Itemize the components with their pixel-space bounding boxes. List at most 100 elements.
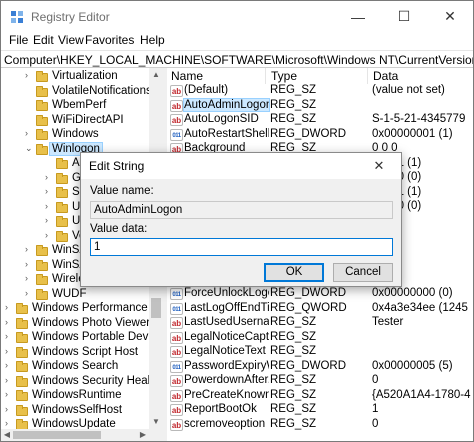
folder-icon	[36, 85, 48, 97]
tree-item[interactable]: › Windows Performance Too	[1, 302, 163, 317]
value-type-cell: REG_DWORD	[270, 287, 347, 299]
list-row[interactable]: abLastUsedUserna...REG_SZ Tester	[167, 316, 473, 331]
chevron-right-icon[interactable]: ›	[5, 375, 8, 385]
folder-icon	[56, 172, 68, 184]
tree-item[interactable]: › WindowsSelfHost	[1, 404, 149, 419]
list-row[interactable]: ab LegalNoticeText REG_SZ	[167, 345, 473, 360]
binary-value-icon: 011	[170, 288, 183, 300]
chevron-right-icon[interactable]: ›	[25, 259, 28, 269]
list-row[interactable]: ab AutoAdminLogon REG_SZ	[167, 97, 473, 114]
tree-item[interactable]: WiFiDirectAPI	[1, 114, 149, 129]
chevron-down-icon[interactable]: ⌄	[25, 143, 33, 154]
value-data-cell: 1	[372, 403, 379, 415]
chevron-right-icon[interactable]: ›	[5, 360, 8, 370]
close-icon: ✕	[444, 8, 456, 24]
tree-item-label: WbemPerf	[52, 99, 107, 111]
list-row[interactable]: abPreCreateKnown...REG_SZ {A520A1A4-1780-…	[167, 389, 473, 404]
list-row[interactable]: ab AutoLogonSID REG_SZ S-1-5-21-4345779	[167, 113, 473, 128]
tree-item[interactable]: › Windows	[1, 128, 149, 143]
chevron-right-icon[interactable]: ›	[45, 201, 48, 211]
tree-item[interactable]: › WindowsUpdate	[1, 418, 149, 429]
list-row[interactable]: 011ForceUnlockLogonREG_DWORD 0x00000000 (…	[167, 287, 473, 302]
menu-view[interactable]: View	[58, 33, 84, 47]
chevron-right-icon[interactable]: ›	[45, 215, 48, 225]
tree-item[interactable]: › Virtualization	[1, 70, 149, 85]
list-row[interactable]: ab PowerdownAfter... REG_SZ 0	[167, 374, 473, 389]
tree-item[interactable]: › WindowsRuntime	[1, 389, 149, 404]
list-row[interactable]: ab scremoveoption REG_SZ 0	[167, 418, 473, 433]
tree-item[interactable]: VolatileNotifications	[1, 85, 152, 100]
chevron-right-icon[interactable]: ›	[5, 389, 8, 399]
title-bar[interactable]: Registry Editor — ☐ ✕	[1, 1, 473, 32]
tree-horizontal-scrollbar[interactable]: ◀ ▶	[1, 429, 163, 441]
dialog-title-bar[interactable]: Edit String ✕	[81, 153, 401, 179]
value-data-cell: S-1-5-21-4345779	[372, 113, 466, 125]
chevron-right-icon[interactable]: ›	[25, 273, 28, 283]
tree-item-label: Virtualization	[52, 70, 118, 82]
value-type-cell: REG_SZ	[270, 417, 317, 430]
tree-item[interactable]: › Windows Photo Viewer	[1, 317, 150, 332]
chevron-right-icon[interactable]: ›	[25, 128, 28, 138]
chevron-right-icon[interactable]: ›	[5, 302, 8, 312]
chevron-right-icon[interactable]: ›	[25, 70, 28, 80]
menu-file[interactable]: File	[9, 33, 28, 47]
chevron-right-icon[interactable]: ›	[45, 230, 48, 240]
dialog-close-button[interactable]: ✕	[357, 153, 401, 179]
string-value-icon: ab	[170, 346, 183, 358]
value-type-cell: REG_SZ	[270, 403, 317, 415]
list-row[interactable]: ab ReportBootOk REG_SZ 1	[167, 403, 473, 418]
scroll-right-icon[interactable]: ▶	[137, 429, 149, 441]
folder-icon	[16, 419, 28, 429]
tree-item[interactable]: WbemPerf	[1, 99, 149, 114]
chevron-right-icon[interactable]: ›	[5, 317, 8, 327]
scroll-left-icon[interactable]: ◀	[1, 429, 13, 441]
chevron-right-icon[interactable]: ›	[5, 331, 8, 341]
column-divider[interactable]	[265, 68, 266, 84]
chevron-right-icon[interactable]: ›	[5, 418, 8, 428]
value-name-cell: LastLogOffEndTi...	[184, 301, 269, 314]
scroll-thumb[interactable]	[151, 298, 161, 318]
folder-icon	[36, 114, 48, 126]
column-divider[interactable]	[367, 68, 368, 84]
menu-edit[interactable]: Edit	[33, 33, 54, 47]
chevron-right-icon[interactable]: ›	[5, 404, 8, 414]
tree-item[interactable]: › Windows Script Host	[1, 346, 149, 361]
value-data-cell: (value not set)	[372, 84, 445, 96]
folder-icon	[56, 230, 68, 242]
chevron-right-icon[interactable]: ›	[45, 172, 48, 182]
binary-value-icon: 011	[170, 360, 183, 373]
value-data-cell: 0x00000001 (1)	[372, 127, 453, 140]
tree-item[interactable]: › WUDF	[1, 288, 149, 303]
list-row[interactable]: ab (Default) REG_SZ (value not set)	[167, 84, 473, 99]
scroll-down-icon[interactable]: ▼	[149, 415, 163, 429]
ok-button[interactable]: OK	[264, 263, 324, 282]
list-row[interactable]: abLegalNoticeCapti...REG_SZ	[167, 331, 473, 346]
column-data-header[interactable]: Data	[373, 69, 398, 83]
chevron-right-icon[interactable]: ›	[45, 186, 48, 196]
horizontal-scroll-thumb[interactable]	[13, 431, 101, 439]
tree-item[interactable]: › Windows Search	[1, 360, 149, 375]
folder-icon	[36, 71, 48, 82]
value-name-cell: ReportBootOk	[184, 403, 257, 415]
list-row[interactable]: 011PasswordExpiryW...REG_DWORD 0x00000005…	[167, 360, 473, 375]
tree-item[interactable]: › Windows Portable Devices	[1, 331, 163, 346]
value-data-input[interactable]	[90, 238, 393, 256]
list-row[interactable]: 011LastLogOffEndTi...REG_QWORD 0x4a3e34ee…	[167, 302, 473, 317]
value-data-label: Value data:	[90, 223, 148, 235]
column-type-header[interactable]: Type	[271, 69, 297, 83]
maximize-button[interactable]: ☐	[381, 1, 427, 32]
column-name-header[interactable]: Name	[171, 69, 203, 83]
cancel-button[interactable]: Cancel	[333, 263, 393, 282]
scroll-up-icon[interactable]: ▲	[149, 68, 163, 82]
chevron-right-icon[interactable]: ›	[25, 244, 28, 254]
minimize-button[interactable]: —	[335, 1, 381, 32]
close-button[interactable]: ✕	[427, 1, 473, 32]
list-row[interactable]: 011 AutoRestartShell REG_DWORD 0x00000001 (…	[167, 128, 473, 143]
menu-help[interactable]: Help	[140, 33, 165, 47]
address-bar[interactable]: Computer\HKEY_LOCAL_MACHINE\SOFTWARE\Mic…	[1, 50, 473, 68]
tree-item[interactable]: › Windows Security Health	[1, 375, 160, 390]
menu-favorites[interactable]: Favorites	[85, 33, 134, 47]
chevron-right-icon[interactable]: ›	[25, 288, 28, 298]
value-data-cell: 0	[372, 374, 379, 386]
chevron-right-icon[interactable]: ›	[5, 346, 8, 356]
